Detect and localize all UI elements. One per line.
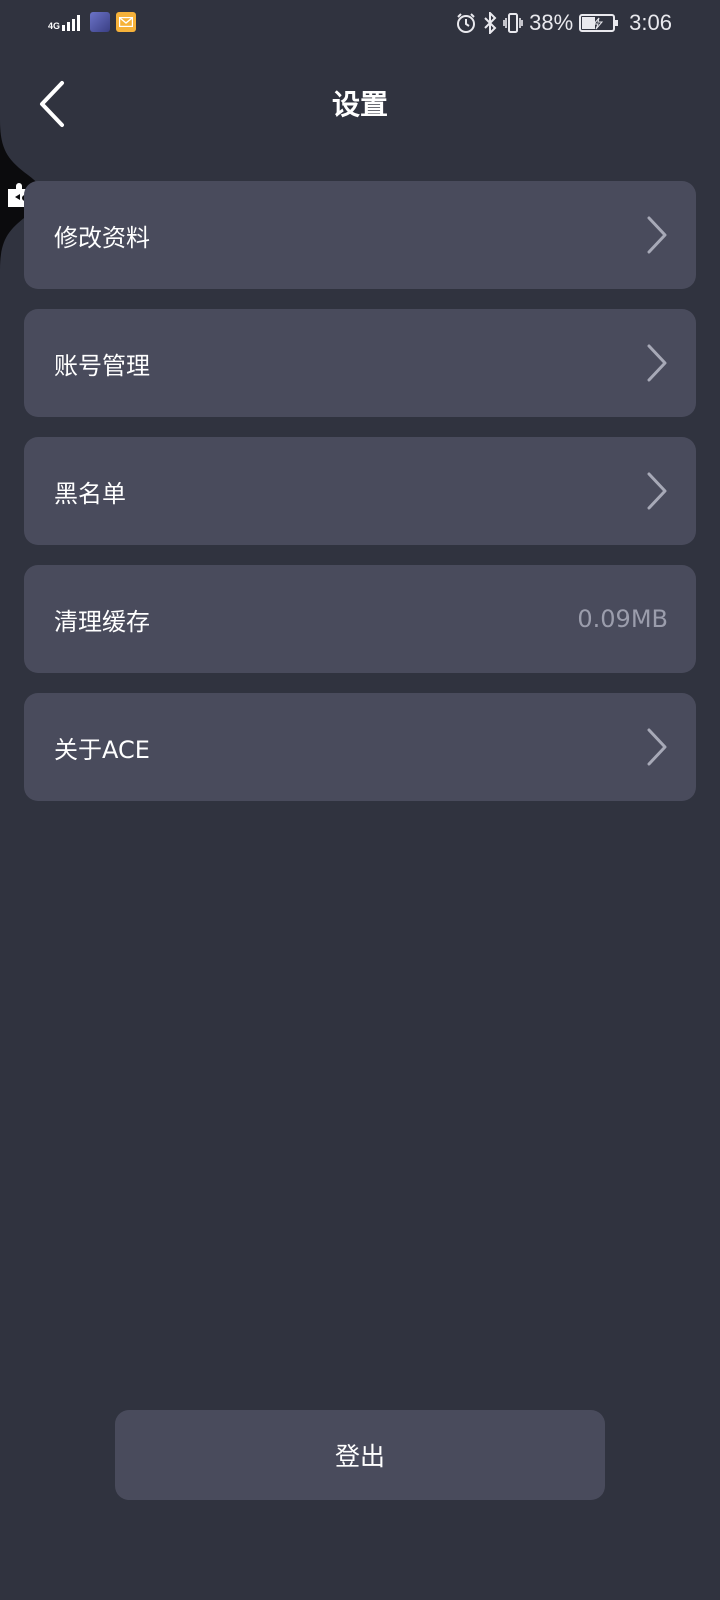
status-bar: 4G 38% 3:06 (0, 0, 720, 50)
settings-item-account-management[interactable]: 账号管理 (24, 309, 696, 417)
logout-button[interactable]: 登出 (115, 1410, 605, 1500)
bluetooth-icon (484, 12, 497, 34)
settings-item-label: 清理缓存 (54, 607, 150, 636)
logout-label: 登出 (334, 1442, 385, 1471)
settings-item-label: 修改资料 (54, 223, 150, 252)
chevron-right-icon (646, 728, 668, 766)
chevron-right-icon (646, 472, 668, 510)
chevron-right-icon (646, 344, 668, 382)
status-right: 38% 3:06 (455, 10, 672, 36)
settings-item-label: 关于ACE (54, 735, 150, 764)
settings-item-label: 黑名单 (54, 479, 126, 508)
clock: 3:06 (629, 10, 672, 35)
settings-item-clear-cache[interactable]: 清理缓存 0.09MB (24, 565, 696, 673)
signal-group: 4G (48, 13, 84, 31)
battery-charging-icon (579, 14, 619, 32)
vibrate-icon (503, 13, 523, 33)
chevron-right-icon (646, 216, 668, 254)
settings-item-edit-profile[interactable]: 修改资料 (24, 181, 696, 289)
cache-size-value: 0.09MB (577, 605, 668, 633)
mail-icon (116, 12, 137, 32)
alarm-icon (457, 13, 476, 33)
network-type: 4G (48, 21, 61, 31)
settings-list: 修改资料 账号管理 黑名单 清理缓存 0.09MB 关于ACE (24, 181, 696, 821)
settings-item-about[interactable]: 关于ACE (24, 693, 696, 801)
notification-app-icon (90, 12, 111, 32)
settings-item-label: 账号管理 (54, 351, 150, 380)
battery-percent: 38% (529, 10, 574, 35)
status-left: 4G (48, 12, 137, 32)
page-title: 设置 (331, 88, 388, 121)
settings-item-blacklist[interactable]: 黑名单 (24, 437, 696, 545)
signal-icon (62, 15, 81, 31)
